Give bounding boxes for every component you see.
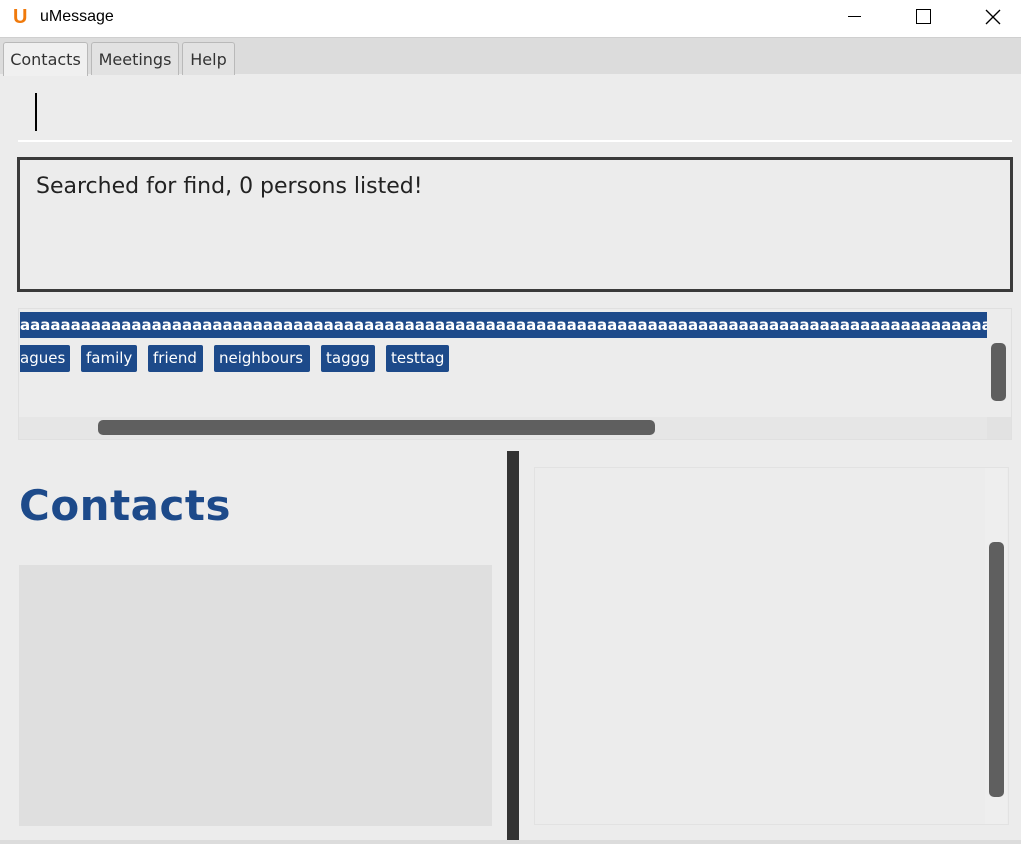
tag-chip: neighbours [214,345,310,372]
window-title: uMessage [40,8,114,25]
contacts-heading: Contacts [19,481,231,530]
tag-chip: agues [20,345,70,372]
tag-chip: testtag [386,345,449,372]
tab-help[interactable]: Help [182,42,235,75]
maximize-icon [915,9,931,24]
maximize-button[interactable] [900,0,946,33]
tag-vertical-scrollbar-thumb[interactable] [991,343,1006,401]
result-message: Searched for find, 0 persons listed! [36,174,423,199]
text-caret [35,93,37,131]
title-bar: U uMessage [0,0,1021,37]
tag-chip-long: aaaaaaaaaaaaaaaaaaaaaaaaaaaaaaaaaaaaaaaa… [20,312,987,338]
minimize-button[interactable] [831,0,877,33]
tab-contacts[interactable]: Contacts [3,42,88,76]
detail-scrollbar-thumb[interactable] [989,542,1004,797]
app-logo-icon: U [13,6,28,28]
scrollbar-corner [987,417,1011,439]
result-display: Searched for find, 0 persons listed! [17,157,1013,292]
tag-chip: friend [148,345,203,372]
tag-chip: taggg [321,345,375,372]
tab-meetings[interactable]: Meetings [91,42,179,75]
minimize-icon [847,16,861,17]
close-button[interactable] [970,0,1016,33]
tag-panel: aaaaaaaaaaaaaaaaaaaaaaaaaaaaaaaaaaaaaaaa… [18,308,1012,440]
command-input[interactable] [18,84,1012,142]
contact-list[interactable] [19,565,492,826]
close-icon [985,9,1001,24]
tag-horizontal-scrollbar-thumb[interactable] [98,420,655,435]
contact-detail-panel [534,467,1009,825]
tag-chip: family [81,345,137,372]
split-pane-divider[interactable] [507,451,519,844]
status-strip [0,840,1021,844]
tab-bar: Contacts Meetings Help [0,37,1021,76]
